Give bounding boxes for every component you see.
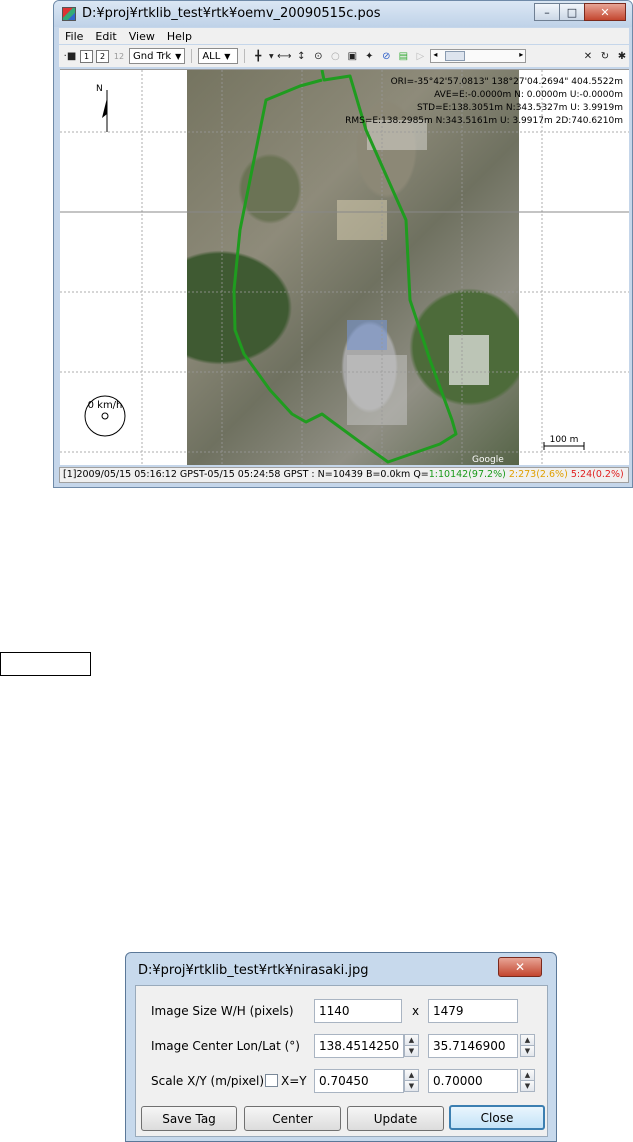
time-slider[interactable]: ◂ ▸ (430, 49, 527, 63)
save-tag-button[interactable]: Save Tag (141, 1106, 237, 1131)
close-dialog-button[interactable]: Close (449, 1105, 545, 1130)
scale-y-input[interactable]: 0.70000 (428, 1069, 518, 1093)
gnss-track (232, 70, 458, 464)
crosshair-icon[interactable]: ╋ (251, 49, 265, 63)
north-arrow-icon (102, 90, 108, 132)
x-equals-y-label: X=Y (281, 1074, 307, 1088)
image-height-input[interactable]: 1479 (428, 999, 518, 1023)
dialog-title: D:¥proj¥rtklib_test¥rtk¥nirasaki.jpg (138, 963, 369, 978)
dialog-close-button[interactable]: ✕ (498, 957, 542, 977)
menu-help[interactable]: Help (161, 30, 198, 43)
image-width-input[interactable]: 1140 (314, 999, 402, 1023)
app-icon[interactable] (62, 7, 76, 21)
gear-icon[interactable]: ✱ (615, 49, 629, 63)
clear-icon[interactable]: ✕ (581, 49, 595, 63)
status-q1: 1:10142(97.2%) (428, 469, 506, 480)
google-mark: Google (472, 455, 504, 465)
slider-thumb[interactable] (445, 51, 466, 61)
slider-left-icon[interactable]: ◂ (433, 50, 437, 59)
spin-down-icon[interactable]: ▼ (404, 1045, 419, 1057)
maximize-button[interactable]: □ (559, 3, 585, 21)
center-lat-input[interactable]: 35.7146900 (428, 1034, 518, 1058)
stat-ave: AVE=E:-0.0000m N: 0.0000m U:-0.0000m (434, 90, 623, 100)
show-map-icon[interactable]: ▣ (345, 49, 359, 63)
stat-std: STD=E:138.3051m N:343.5327m U: 3.9919m (416, 103, 623, 113)
scale-x-stepper[interactable]: ▲ ▼ (404, 1069, 419, 1093)
fit-vertical-icon[interactable]: ↕ (294, 49, 308, 63)
empty-box (0, 652, 91, 676)
plot-area[interactable]: Google ORI=-35°42'57.0813" 138°27'04.269… (60, 69, 629, 465)
spin-down-icon[interactable]: ▼ (404, 1080, 419, 1092)
scale-label: 100 m (549, 435, 579, 445)
scale-label: Scale X/Y (m/pixel) (151, 1074, 265, 1088)
toolbar: ·■ 1 2 12 Gnd Trk ▼ ALL ▼ ╋ ▼ ⟷ ↕ ⊙ ○ ▣ … (59, 45, 629, 67)
center-origin-icon[interactable]: ⊙ (311, 49, 325, 63)
center-button[interactable]: Center (244, 1106, 341, 1131)
window-title: D:¥proj¥rtklib_test¥rtk¥oemv_20090515c.p… (82, 6, 381, 21)
toolbar-separator (191, 49, 193, 63)
status-q5: 5:24(0.2%) (570, 469, 624, 480)
toolbar-button-2[interactable]: 2 (96, 49, 109, 63)
x-equals-y-checkbox[interactable] (265, 1074, 278, 1087)
status-q2: 2:273(2.6%) (508, 469, 568, 480)
spin-down-icon[interactable]: ▼ (520, 1045, 535, 1057)
menu-edit[interactable]: Edit (89, 30, 122, 43)
play-icon[interactable]: ▷ (413, 49, 427, 63)
menu-bar: File Edit View Help (59, 28, 629, 44)
minimize-button[interactable]: – (534, 3, 560, 21)
grid-lines (60, 70, 629, 465)
plot-type-select[interactable]: Gnd Trk ▼ (129, 48, 186, 64)
dots-icon[interactable]: ·■ (63, 49, 77, 63)
lat-stepper[interactable]: ▲ ▼ (520, 1034, 535, 1058)
image-size-label: Image Size W/H (pixels) (151, 1004, 294, 1018)
image-center-label: Image Center Lon/Lat (°) (151, 1039, 300, 1053)
toolbar-button-1[interactable]: 1 (80, 49, 93, 63)
dialog-body: Image Size W/H (pixels) 1140 x 1479 Imag… (135, 985, 548, 1137)
scale-x-input[interactable]: 0.70450 (314, 1069, 404, 1093)
lon-stepper[interactable]: ▲ ▼ (404, 1034, 419, 1058)
slider-right-icon[interactable]: ▸ (519, 50, 523, 59)
dropdown-arrow-icon[interactable]: ▼ (268, 49, 274, 63)
chevron-down-icon: ▼ (224, 51, 231, 61)
fit-horizontal-icon[interactable]: ⟷ (277, 49, 291, 63)
title-bar[interactable]: D:¥proj¥rtklib_test¥rtk¥oemv_20090515c.p… (54, 1, 632, 27)
speed-label: 0 km/h (87, 400, 123, 411)
scale-y-stepper[interactable]: ▲ ▼ (520, 1069, 535, 1093)
chevron-down-icon: ▼ (175, 51, 182, 61)
caption-buttons: – □ ✕ (534, 3, 626, 21)
plot-type-value: Gnd Trk (133, 50, 172, 62)
stat-ori: ORI=-35°42'57.0813" 138°27'04.2694" 404.… (390, 77, 623, 87)
size-separator: x (412, 1004, 420, 1018)
plot-grid-and-track: Google (60, 70, 629, 465)
quality-select[interactable]: ALL ▼ (198, 48, 239, 64)
add-point-icon[interactable]: ✦ (362, 49, 376, 63)
north-label: N (96, 84, 103, 94)
toolbar-separator (244, 49, 246, 63)
quality-value: ALL (202, 50, 221, 62)
status-bar: [1]2009/05/15 05:16:12 GPST-05/15 05:24:… (59, 467, 629, 483)
satellite-icon[interactable]: ⊘ (379, 49, 393, 63)
update-button[interactable]: Update (347, 1106, 444, 1131)
show-point-icon[interactable]: ○ (328, 49, 342, 63)
reload-icon[interactable]: ↻ (598, 49, 612, 63)
status-text: [1]2009/05/15 05:16:12 GPST-05/15 05:24:… (63, 469, 429, 480)
statistics-panel: ORI=-35°42'57.0813" 138°27'04.2694" 404.… (345, 76, 623, 128)
menu-view[interactable]: View (123, 30, 161, 43)
spin-down-icon[interactable]: ▼ (520, 1080, 535, 1092)
image-dialog: D:¥proj¥rtklib_test¥rtk¥nirasaki.jpg ✕ I… (125, 952, 557, 1142)
menu-file[interactable]: File (59, 30, 89, 43)
center-lon-input[interactable]: 138.4514250 (314, 1034, 404, 1058)
toolbar-button-12[interactable]: 12 (112, 49, 126, 63)
close-button[interactable]: ✕ (584, 3, 626, 21)
stat-rms: RMS=E:138.2985m N:343.5161m U: 3.9917m 2… (345, 116, 623, 126)
main-window: D:¥proj¥rtklib_test¥rtk¥oemv_20090515c.p… (53, 0, 633, 488)
image-icon[interactable]: ▤ (396, 49, 410, 63)
